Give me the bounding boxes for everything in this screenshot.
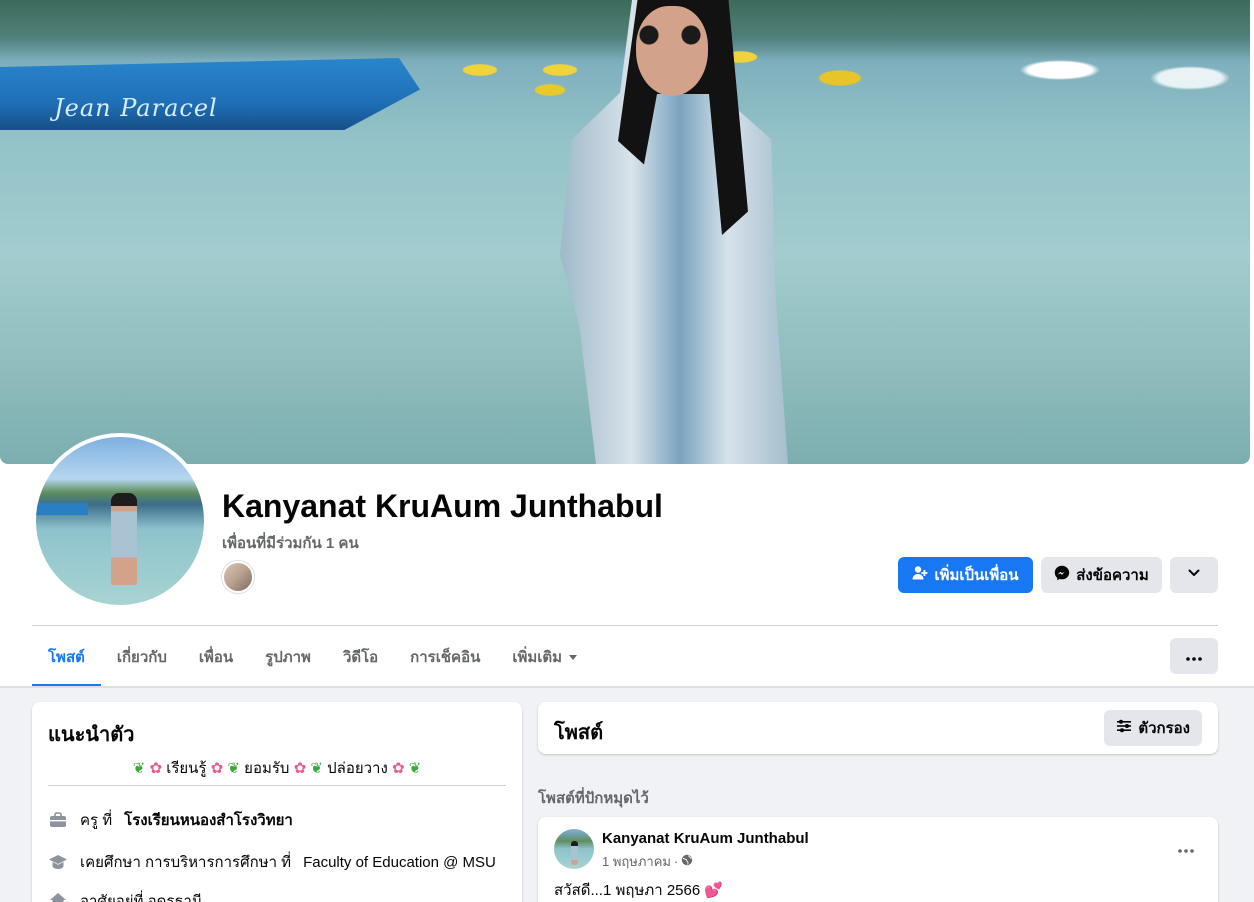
profile-name: Kanyanat KruAum Junthabul (222, 488, 663, 524)
cover-photo[interactable]: Jean Paracel (0, 0, 1250, 464)
post-author-name[interactable]: Kanyanat KruAum Junthabul (602, 830, 809, 847)
tab-videos[interactable]: วิดีโอ (327, 628, 394, 686)
tab-more[interactable]: เพิ่มเติม (496, 628, 594, 686)
filter-icon (1116, 718, 1132, 738)
meta-separator: · (674, 854, 679, 869)
tab-videos-label: วิดีโอ (342, 649, 379, 666)
cover-sunglasses (632, 24, 710, 46)
home-text: อาศัยอยู่ที่ อุดรธานี (80, 893, 203, 902)
add-friend-icon (912, 565, 928, 585)
profile-avatar[interactable] (32, 433, 208, 609)
posts-title: โพสต์ (554, 722, 604, 744)
caret-down-icon (568, 649, 578, 666)
tab-posts[interactable]: โพสต์ (32, 628, 101, 687)
mutual-friends-link[interactable]: เพื่อนที่มีร่วมกัน 1 คน (222, 531, 359, 555)
tab-photos-label: รูปภาพ (265, 649, 311, 666)
pinned-post: Kanyanat KruAum Junthabul 1 พฤษภาคม · สว… (538, 817, 1218, 902)
tab-about[interactable]: เกี่ยวกับ (101, 628, 183, 686)
avatar-boat (36, 503, 88, 515)
flower-icon: ✿ (293, 760, 307, 777)
leaf-icon: ❦ (227, 760, 240, 777)
more-dots-icon (1186, 648, 1202, 665)
leaf-icon: ❦ (408, 760, 422, 777)
intro-card: แนะนำตัว ❦ ✿ เรียนรู้ ✿ ❦ ยอมรับ ✿ ❦ ปล่… (32, 702, 522, 902)
bio-part: ยอมรับ (244, 760, 290, 777)
mutual-friend-avatar[interactable] (222, 561, 254, 593)
graduation-cap-icon (48, 852, 68, 872)
work-prefix: ครู ที่ (80, 812, 113, 829)
heart-icon: 💕 (704, 882, 724, 899)
tab-checkins[interactable]: การเช็คอิน (394, 628, 496, 686)
cover-boat-text: Jean Paracel (54, 94, 218, 122)
home-icon (48, 891, 68, 902)
globe-icon (681, 854, 693, 869)
tab-friends-label: เพื่อน (198, 649, 234, 666)
intro-divider (48, 785, 506, 786)
add-friend-button[interactable]: เพิ่มเป็นเพื่อน (898, 557, 1033, 593)
filter-button[interactable]: ตัวกรอง (1104, 710, 1202, 746)
leaf-icon: ❦ (310, 760, 323, 777)
intro-home-row: อาศัยอยู่ที่ อุดรธานี (48, 889, 202, 902)
posts-header-card: โพสต์ ตัวกรอง (538, 702, 1218, 754)
work-place-link[interactable]: โรงเรียนหนองสำโรงวิทยา (124, 808, 293, 832)
profile-header: Jean Paracel Kanyanat KruAum Junthabul เ… (0, 0, 1254, 688)
tab-photos[interactable]: รูปภาพ (249, 628, 327, 686)
message-label: ส่งข้อความ (1076, 567, 1149, 584)
flower-icon: ✿ (210, 760, 224, 777)
tab-checkins-label: การเช็คอิน (410, 649, 481, 666)
post-options-button[interactable] (1168, 831, 1204, 867)
bio-part: ปล่อยวาง (327, 760, 388, 777)
tab-more-label: เพิ่มเติม (512, 649, 563, 666)
post-meta: 1 พฤษภาคม · (602, 851, 693, 872)
profile-more-button[interactable] (1170, 557, 1218, 593)
intro-bio: ❦ ✿ เรียนรู้ ✿ ❦ ยอมรับ ✿ ❦ ปล่อยวาง ✿ ❦ (48, 756, 506, 780)
intro-education-row: เคยศึกษา การบริหารการศึกษา ที่ Faculty o… (48, 850, 496, 874)
profile-tabs: โพสต์ เกี่ยวกับ เพื่อน รูปภาพ วิดีโอ การ… (32, 628, 594, 687)
leaf-icon: ❦ (132, 760, 146, 777)
post-text: สวัสดี...1 พฤษภา 2566 💕 (554, 878, 723, 902)
post-author-avatar[interactable] (554, 829, 594, 869)
header-bottom-border (0, 686, 1254, 688)
bio-part: เรียนรู้ (166, 760, 207, 777)
header-divider (32, 625, 1218, 626)
pinned-posts-label: โพสต์ที่ปักหมุดไว้ (538, 790, 649, 807)
tab-about-label: เกี่ยวกับ (116, 649, 167, 666)
briefcase-icon (48, 810, 68, 830)
post-text-content: สวัสดี...1 พฤษภา 2566 (554, 882, 701, 899)
more-dots-icon (1178, 840, 1194, 858)
cover-face (636, 6, 708, 96)
flower-icon: ✿ (391, 760, 405, 777)
message-button[interactable]: ส่งข้อความ (1041, 557, 1162, 593)
tab-friends[interactable]: เพื่อน (183, 628, 249, 686)
profile-avatar-image (36, 437, 204, 605)
tabs-more-options-button[interactable] (1170, 638, 1218, 674)
intro-title: แนะนำตัว (48, 724, 135, 746)
cover-buoys (440, 30, 1250, 100)
post-date[interactable]: 1 พฤษภาคม (602, 851, 671, 872)
education-prefix: เคยศึกษา การบริหารการศึกษา ที่ (80, 854, 292, 871)
tab-posts-label: โพสต์ (48, 649, 85, 666)
add-friend-label: เพิ่มเป็นเพื่อน (934, 567, 1019, 584)
flower-icon: ✿ (149, 760, 163, 777)
messenger-icon (1054, 565, 1070, 585)
education-place-link[interactable]: Faculty of Education @ MSU (303, 854, 496, 871)
intro-work-row: ครู ที่ โรงเรียนหนองสำโรงวิทยา (48, 808, 293, 832)
avatar-person (111, 493, 137, 585)
chevron-down-icon (1187, 566, 1201, 584)
filter-label: ตัวกรอง (1138, 720, 1190, 737)
